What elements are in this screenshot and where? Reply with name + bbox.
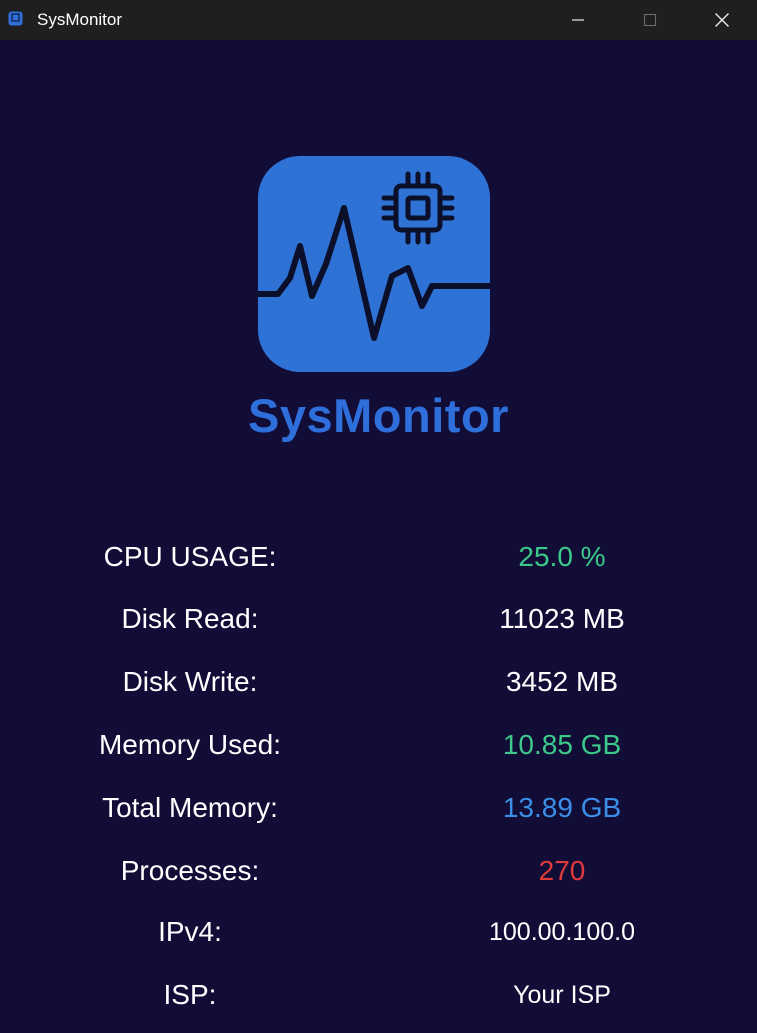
stat-row-memory-used: Memory Used: 10.85 GB [0, 725, 757, 765]
stat-value-memory-used: 10.85 GB [502, 729, 622, 760]
stat-label: CPU USAGE: [103, 541, 277, 572]
maximize-button[interactable] [614, 0, 686, 40]
stat-value-disk-write: 3452 MB [505, 666, 619, 697]
stat-label: Processes: [120, 855, 260, 886]
heartbeat-chip-icon [258, 156, 490, 372]
stat-row-isp: ISP: Your ISP [0, 975, 757, 1015]
stat-label: IPv4: [158, 916, 222, 947]
stat-value-cpu-usage: 25.0 % [518, 541, 606, 572]
stat-row-cpu-usage: CPU USAGE: 25.0 % [0, 537, 757, 577]
maximize-icon [643, 13, 657, 27]
title-bar[interactable]: SysMonitor [0, 0, 757, 40]
stat-value-total-memory: 13.89 GB [502, 792, 622, 823]
minimize-button[interactable] [542, 0, 614, 40]
stat-row-ipv4: IPv4: 100.00.100.0 [0, 912, 757, 952]
stat-label: ISP: [163, 979, 217, 1010]
app-icon [8, 11, 23, 26]
stat-row-disk-write: Disk Write: 3452 MB [0, 662, 757, 702]
minimize-icon [572, 19, 584, 21]
brand-name: SysMonitor [248, 389, 509, 442]
close-icon [715, 13, 729, 27]
stat-label: Disk Write: [122, 666, 258, 697]
window-title: SysMonitor [37, 10, 123, 29]
stat-row-total-memory: Total Memory: 13.89 GB [0, 788, 757, 828]
stat-row-disk-read: Disk Read: 11023 MB [0, 599, 757, 639]
stat-value-isp: Your ISP [513, 981, 611, 1009]
stat-value-ipv4: 100.00.100.0 [489, 918, 635, 946]
stat-label: Total Memory: [102, 792, 278, 823]
stat-row-processes: Processes: 270 [0, 851, 757, 891]
app-window: SysMonitor SysMonitor CPU USAGE: 25.0 % … [0, 0, 757, 1033]
close-button[interactable] [686, 0, 757, 40]
stat-label: Disk Read: [121, 603, 259, 634]
stat-value-disk-read: 11023 MB [499, 603, 625, 634]
stat-value-processes: 270 [538, 855, 586, 886]
stat-label: Memory Used: [98, 729, 282, 760]
